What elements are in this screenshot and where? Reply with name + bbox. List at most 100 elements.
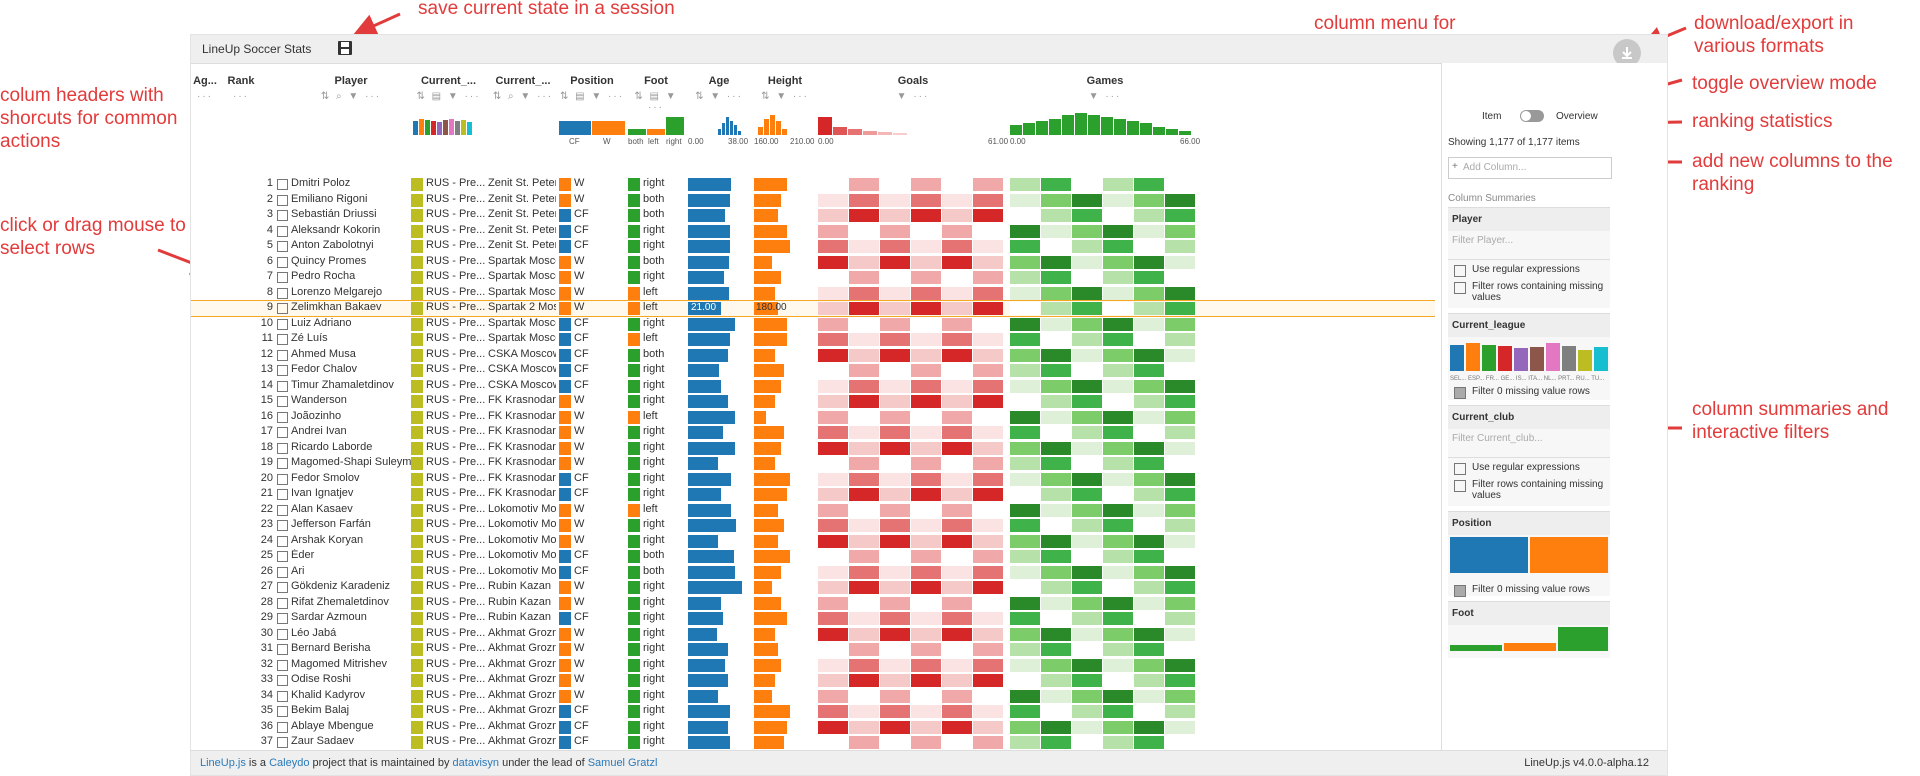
row-select-checkbox[interactable] xyxy=(277,721,288,733)
row-select-checkbox[interactable] xyxy=(277,194,288,206)
player-filter-input[interactable]: Filter Player... xyxy=(1448,231,1610,260)
row-select-checkbox[interactable] xyxy=(277,659,288,671)
table-row[interactable]: 2 Emiliano Rigoni RUS - Pre... Zenit St. Pe… xyxy=(191,193,1435,208)
table-row[interactable]: 18 Ricardo Laborde RUS - Pre... FK Krasnoda… xyxy=(191,441,1435,456)
header-tools[interactable]: ⇅ ⌕ ▼ ··· xyxy=(488,91,558,102)
league-summary-histogram[interactable] xyxy=(1448,337,1610,371)
club-filter-input[interactable]: Filter Current_club... xyxy=(1448,429,1610,458)
row-select-checkbox[interactable] xyxy=(277,365,288,376)
row-select-checkbox[interactable] xyxy=(277,644,288,655)
lineup-link[interactable]: LineUp.js xyxy=(200,757,246,769)
header-tools[interactable]: ··· xyxy=(191,91,219,102)
table-row[interactable]: 5 Anton Zabolotnyi RUS - Pre... Zenit St. P… xyxy=(191,239,1435,254)
table-row[interactable]: 3 Sebastián Driussi RUS - Pre... Zenit St. … xyxy=(191,208,1435,223)
row-select-checkbox[interactable] xyxy=(277,706,288,717)
club-missing-checkbox[interactable] xyxy=(1454,480,1466,492)
row-select-checkbox[interactable] xyxy=(277,613,288,624)
row-select-checkbox[interactable] xyxy=(277,210,288,221)
header-games[interactable]: Games ▼ ··· 0.00 66.00 xyxy=(1010,63,1200,153)
row-select-checkbox[interactable] xyxy=(277,675,288,686)
row-select-checkbox[interactable] xyxy=(277,287,288,299)
table-row[interactable]: 23 Jefferson Farfán RUS - Pre... Lokomotiv … xyxy=(191,518,1435,533)
caleydo-link[interactable]: Caleydo xyxy=(269,757,309,769)
club-regex-checkbox[interactable] xyxy=(1454,463,1466,475)
table-row[interactable]: 4 Aleksandr Kokorin RUS - Pre... Zenit St. … xyxy=(191,224,1435,239)
table-row[interactable]: 31 Bernard Berisha RUS - Pre... Akhmat Groz… xyxy=(191,642,1435,657)
row-select-checkbox[interactable] xyxy=(277,225,288,237)
row-select-checkbox[interactable] xyxy=(277,427,288,438)
table-row[interactable]: 32 Magomed Mitrishev RUS - Pre... Akhmat Gr… xyxy=(191,658,1435,673)
header-tools[interactable]: ··· xyxy=(221,91,261,102)
row-select-checkbox[interactable] xyxy=(277,179,288,190)
table-row[interactable]: 10 Luiz Adriano RUS - Pre...Spartak Moscow… xyxy=(191,317,1435,332)
table-row[interactable]: 33 Odise Roshi RUS - Pre...Akhmat Grozny Wr… xyxy=(191,673,1435,688)
row-select-checkbox[interactable] xyxy=(277,504,288,516)
table-row[interactable]: 7 Pedro Rocha RUS - Pre...Spartak Moscow Wr… xyxy=(191,270,1435,285)
table-row[interactable]: 21 Ivan Ignatjev RUS - Pre... FK Krasnodar C… xyxy=(191,487,1435,502)
header-current-club[interactable]: Current_... ⇅ ⌕ ▼ ··· xyxy=(488,63,558,153)
header-tools[interactable]: ▼ ··· xyxy=(818,91,1008,102)
row-select-checkbox[interactable] xyxy=(277,349,288,361)
header-rank[interactable]: Rank ··· xyxy=(221,63,261,153)
header-tools[interactable]: ⇅ ⌕ ▼ ··· xyxy=(291,91,411,102)
table-row[interactable]: 13 Fedor Chalov RUS - Pre... CSKA Moscow CF r… xyxy=(191,363,1435,378)
add-column-input[interactable]: + Add Column... xyxy=(1448,157,1612,179)
table-row[interactable]: 25 Éder RUS - Pre...Lokomotiv Mosc CF both xyxy=(191,549,1435,564)
table-row[interactable]: 17 Andrei Ivan RUS - Pre... FK Krasnodar Wri… xyxy=(191,425,1435,440)
table-row[interactable]: 11 Zé Luís RUS - Pre...Spartak Moscow CF lef… xyxy=(191,332,1435,347)
row-select-checkbox[interactable] xyxy=(277,551,288,562)
row-select-checkbox[interactable] xyxy=(277,582,288,593)
row-select-checkbox[interactable] xyxy=(277,303,288,314)
row-select-checkbox[interactable] xyxy=(277,334,288,345)
table-row[interactable]: 28 Rifat Zhemaletdinov RUS - Pre... Rubin K… xyxy=(191,596,1435,611)
table-row[interactable]: 27 Gökdeniz Karadeniz RUS - Pre... Rubin Ka… xyxy=(191,580,1435,595)
regex-checkbox[interactable] xyxy=(1454,265,1466,277)
header-foot[interactable]: Foot ⇅ ▤ ▼ ··· both left right xyxy=(628,63,684,153)
row-select-checkbox[interactable] xyxy=(277,442,288,454)
table-row[interactable]: 34 Khalid Kadyrov RUS - Pre...Akhmat Grozn… xyxy=(191,689,1435,704)
table-row[interactable]: 15 Wanderson RUS - Pre... FK Krasnodar Wrigh… xyxy=(191,394,1435,409)
author-link[interactable]: Samuel Gratzl xyxy=(588,757,658,769)
header-height[interactable]: Height ⇅ ▼ ··· 160.00 210.00 xyxy=(754,63,816,153)
row-select-checkbox[interactable] xyxy=(277,318,288,330)
row-select-checkbox[interactable] xyxy=(277,566,288,578)
foot-summary-histogram[interactable] xyxy=(1448,625,1610,651)
table-row[interactable]: 6 Quincy Promes RUS - Pre...Spartak Moscow… xyxy=(191,255,1435,270)
row-select-checkbox[interactable] xyxy=(277,272,288,283)
position-summary-histogram[interactable] xyxy=(1448,535,1610,575)
row-select-checkbox[interactable] xyxy=(277,597,288,609)
missing-checkbox[interactable] xyxy=(1454,282,1466,294)
row-select-checkbox[interactable] xyxy=(277,256,288,268)
row-select-checkbox[interactable] xyxy=(277,396,288,407)
header-goals[interactable]: Goals ▼ ··· 0.00 61.00 xyxy=(818,63,1008,153)
header-tools[interactable]: ⇅ ▼ ··· xyxy=(754,91,816,102)
save-session-icon[interactable] xyxy=(337,40,353,56)
datavisyn-link[interactable]: datavisyn xyxy=(453,757,499,769)
row-select-checkbox[interactable] xyxy=(277,535,288,547)
table-row[interactable]: 8 Lorenzo Melgarejo RUS - Pre... Spartak Mo… xyxy=(191,286,1435,301)
table-row[interactable]: 16 Joãozinho RUS - Pre... FK Krasnodar Wleft xyxy=(191,410,1435,425)
table-row[interactable]: 19 Magomed-Shapi Suleym RUS - Pre... FK Kra… xyxy=(191,456,1435,471)
table-row[interactable]: 36 Ablaye Mbengue RUS - Pre...Akhmat Grozn… xyxy=(191,720,1435,735)
table-row[interactable]: 20 Fedor Smolov RUS - Pre... FK Krasnodar CF… xyxy=(191,472,1435,487)
row-select-checkbox[interactable] xyxy=(277,380,288,392)
table-row[interactable]: 26 Ari RUS - Pre...Lokomotiv Mosc CF both xyxy=(191,565,1435,580)
table-row[interactable]: 29 Sardar Azmoun RUS - Pre... Rubin Kazan CF… xyxy=(191,611,1435,626)
row-select-checkbox[interactable] xyxy=(277,737,288,748)
row-select-checkbox[interactable] xyxy=(277,690,288,702)
row-select-checkbox[interactable] xyxy=(277,241,288,252)
row-select-checkbox[interactable] xyxy=(277,473,288,485)
header-player[interactable]: Player ⇅ ⌕ ▼ ··· xyxy=(291,63,411,153)
table-row[interactable]: 14 Timur Zhamaletdinov RUS - Pre... CSKA Mo… xyxy=(191,379,1435,394)
header-tools[interactable]: ⇅ ▤ ▼ ··· xyxy=(559,91,625,102)
table-row[interactable]: 30 Léo Jabá RUS - Pre...Akhmat Grozny Wrigh… xyxy=(191,627,1435,642)
row-select-checkbox[interactable] xyxy=(277,458,288,469)
position-missing-checkbox[interactable] xyxy=(1454,585,1466,597)
table-row[interactable]: 22 Alan Kasaev RUS - Pre...Lokomotiv Mosc W… xyxy=(191,503,1435,518)
row-select-checkbox[interactable] xyxy=(277,411,288,423)
header-age[interactable]: Age ⇅ ▼ ··· 0.00 38.00 xyxy=(688,63,750,153)
table-row[interactable]: 35 Bekim Balaj RUS - Pre...Akhmat Grozny CF… xyxy=(191,704,1435,719)
header-tools[interactable]: ⇅ ▤ ▼ ··· xyxy=(411,91,486,102)
header-position[interactable]: Position ⇅ ▤ ▼ ··· CF W xyxy=(559,63,625,153)
header-aggregate[interactable]: Ag... ··· xyxy=(191,63,219,153)
